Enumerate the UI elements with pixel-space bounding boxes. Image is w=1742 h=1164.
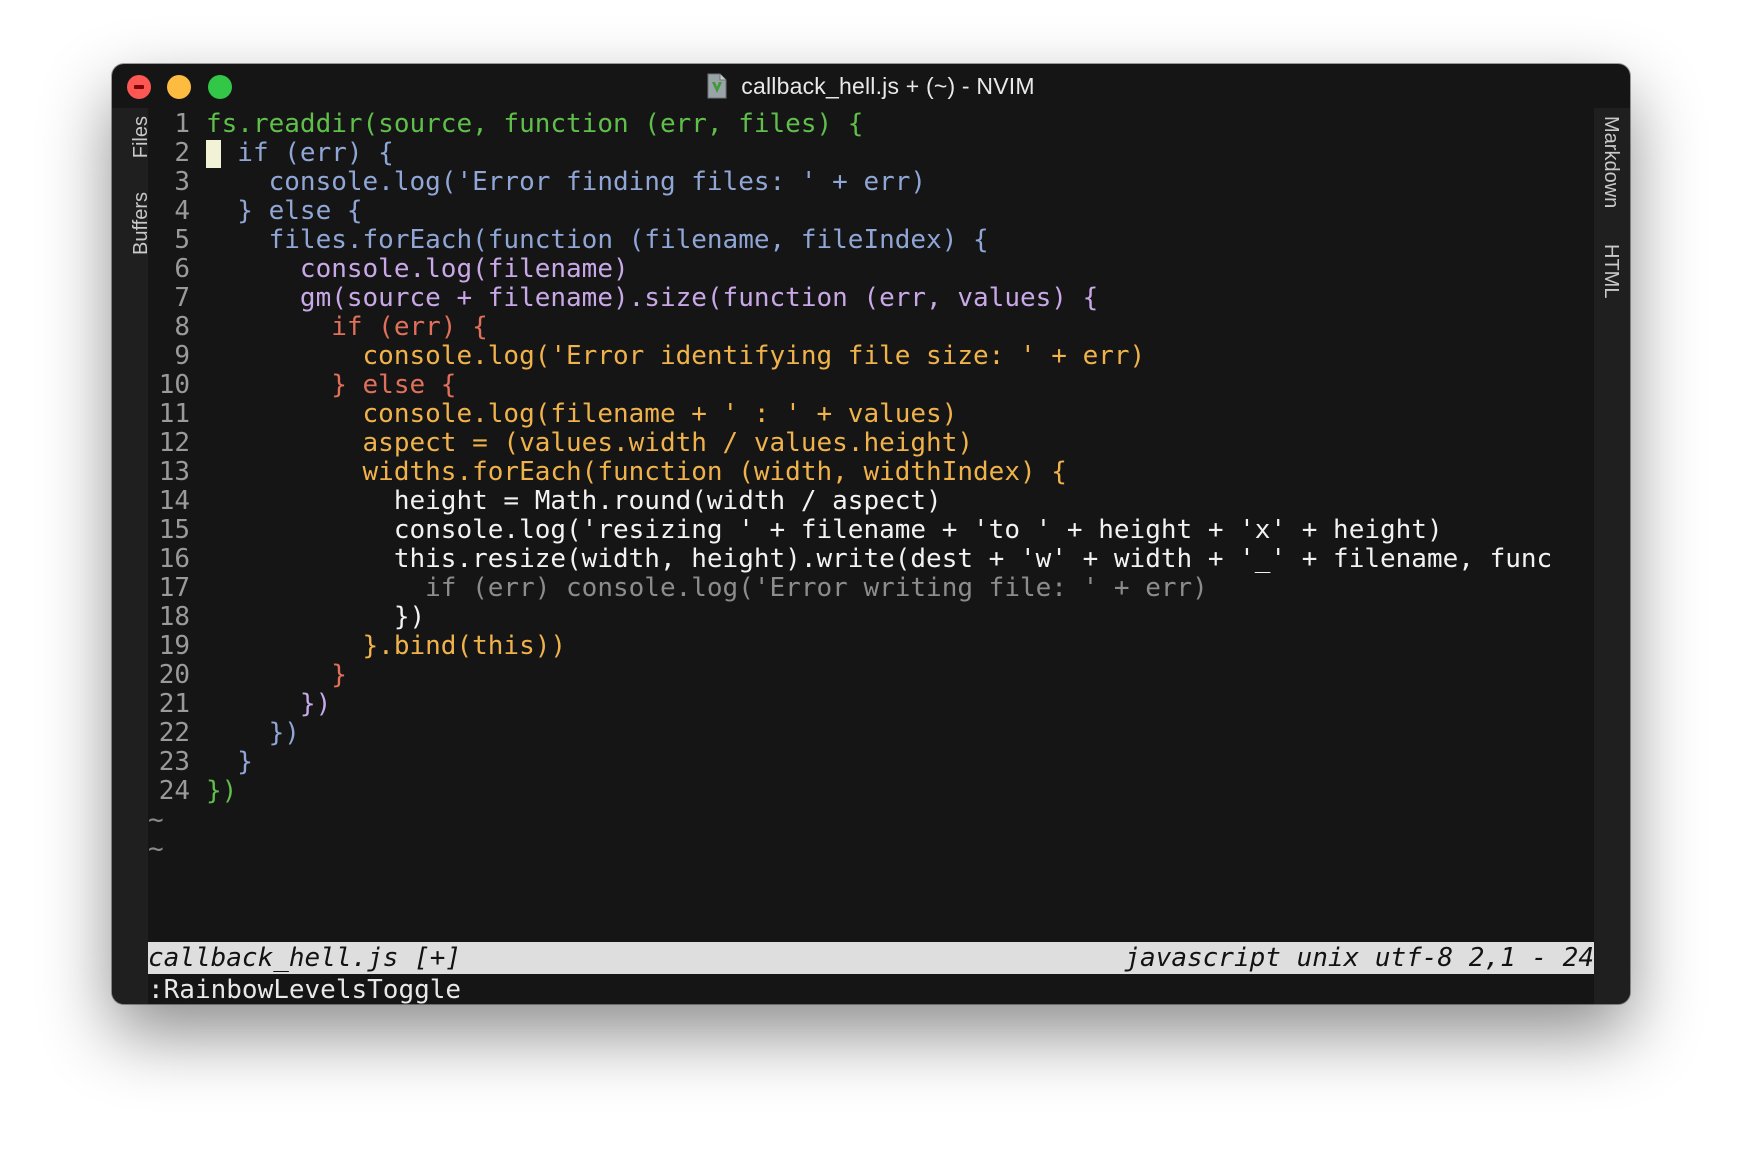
code-text: if (err) { [206,312,488,342]
code-line[interactable]: 9 console.log('Error identifying file si… [148,340,1594,372]
code-line[interactable]: 11 console.log(filename + ' : ' + values… [148,398,1594,430]
command-line[interactable]: :RainbowLevelsToggle [148,974,461,1004]
code-line[interactable]: 14 height = Math.round(width / aspect) [148,485,1594,517]
code-line[interactable]: 24}) [148,775,1594,807]
line-number: 13 [158,457,190,487]
code-text: gm(source + filename).size(function (err… [206,283,1099,313]
line-number: 10 [158,370,190,400]
code-text: widths.forEach(function (width, widthInd… [206,457,1067,487]
title-bar: callback_hell.js + (~) - NVIM [112,64,1630,108]
code-text: aspect = (values.width / values.height) [206,428,974,458]
code-line[interactable]: 12 aspect = (values.width / values.heigh… [148,427,1594,459]
code-line[interactable]: 2 if (err) { [148,137,1594,169]
code-line[interactable]: 8 if (err) { [148,311,1594,343]
line-number: 17 [158,573,190,603]
window-title: callback_hell.js + (~) - NVIM [741,72,1035,99]
code-text: fs.readdir(source, function (err, files)… [206,109,864,139]
line-number: 24 [158,776,190,806]
code-line[interactable]: 7 gm(source + filename).size(function (e… [148,282,1594,314]
code-line[interactable]: 5 files.forEach(function (filename, file… [148,224,1594,256]
code-line[interactable]: 22 }) [148,717,1594,749]
line-number: 5 [174,225,190,255]
code-line[interactable]: 19 }.bind(this)) [148,630,1594,662]
code-text: height = Math.round(width / aspect) [206,486,942,516]
code-text: console.log('Error identifying file size… [206,341,1146,371]
code-text: }) [206,776,238,806]
empty-line-marker: ~ [148,805,164,835]
tab-html[interactable]: HTML [1599,244,1622,298]
line-number: 6 [174,254,190,284]
code-line[interactable]: 17 if (err) console.log('Error writing f… [148,572,1594,604]
empty-line-marker: ~ [148,834,164,864]
status-filename: callback_hell.js [+] [148,943,462,973]
code-text: }) [206,689,332,719]
nvim-window: callback_hell.js + (~) - NVIM Files Buff… [112,64,1630,1004]
code-text: }) [206,602,426,632]
line-number: 9 [174,341,190,371]
line-number: 14 [158,486,190,516]
code-line[interactable]: 16 this.resize(width, height).write(dest… [148,543,1594,575]
code-text: files.forEach(function (filename, fileIn… [206,225,989,255]
line-number: 18 [158,602,190,632]
line-number: 22 [158,718,190,748]
right-sidebar: Markdown HTML [1594,108,1630,1004]
line-number: 7 [174,283,190,313]
line-number: 12 [158,428,190,458]
code-line[interactable]: 6 console.log(filename) [148,253,1594,285]
document-icon [707,73,727,99]
code-line[interactable]: 21 }) [148,688,1594,720]
tab-markdown[interactable]: Markdown [1599,116,1622,208]
code-text: console.log('Error finding files: ' + er… [206,167,927,197]
line-number: 3 [174,167,190,197]
code-text: if (err) { [206,138,394,168]
status-file-info: javascript unix utf-8 2,1 - 24 [1124,943,1594,973]
code-text: this.resize(width, height).write(dest + … [206,544,1553,574]
code-text: } [206,660,347,690]
line-number: 2 [174,138,190,168]
line-number: 19 [158,631,190,661]
line-number: 20 [158,660,190,690]
code-text: } [206,747,253,777]
line-number: 4 [174,196,190,226]
left-sidebar: Files Buffers [112,108,152,1004]
code-text: }.bind(this)) [206,631,567,661]
code-line[interactable]: 13 widths.forEach(function (width, width… [148,456,1594,488]
code-text: console.log(filename) [206,254,629,284]
code-line[interactable]: 4 } else { [148,195,1594,227]
code-line[interactable]: 20 } [148,659,1594,691]
code-line[interactable]: 3 console.log('Error finding files: ' + … [148,166,1594,198]
line-number: 8 [174,312,190,342]
line-number: 23 [158,747,190,777]
code-text: console.log('resizing ' + filename + 'to… [206,515,1443,545]
code-line[interactable]: 18 }) [148,601,1594,633]
line-number: 1 [174,109,190,139]
code-editor[interactable]: 1 fs.readdir(source, function (err, files… [148,108,1594,1004]
line-number: 11 [158,399,190,429]
code-line[interactable]: 15 console.log('resizing ' + filename + … [148,514,1594,546]
window-title-area: callback_hell.js + (~) - NVIM [112,64,1630,108]
code-text: console.log(filename + ' : ' + values) [206,399,958,429]
line-number: 15 [158,515,190,545]
line-number: 21 [158,689,190,719]
code-text: if (err) console.log('Error writing file… [206,573,1208,603]
code-line[interactable]: 10 } else { [148,369,1594,401]
code-line[interactable]: 1 fs.readdir(source, function (err, files… [148,108,1594,140]
code-text: } else { [206,196,363,226]
line-number: 16 [158,544,190,574]
code-text: }) [206,718,300,748]
status-line: callback_hell.js [+] javascript unix utf… [148,942,1594,974]
code-text: } else { [206,370,457,400]
code-line[interactable]: 23 } [148,746,1594,778]
